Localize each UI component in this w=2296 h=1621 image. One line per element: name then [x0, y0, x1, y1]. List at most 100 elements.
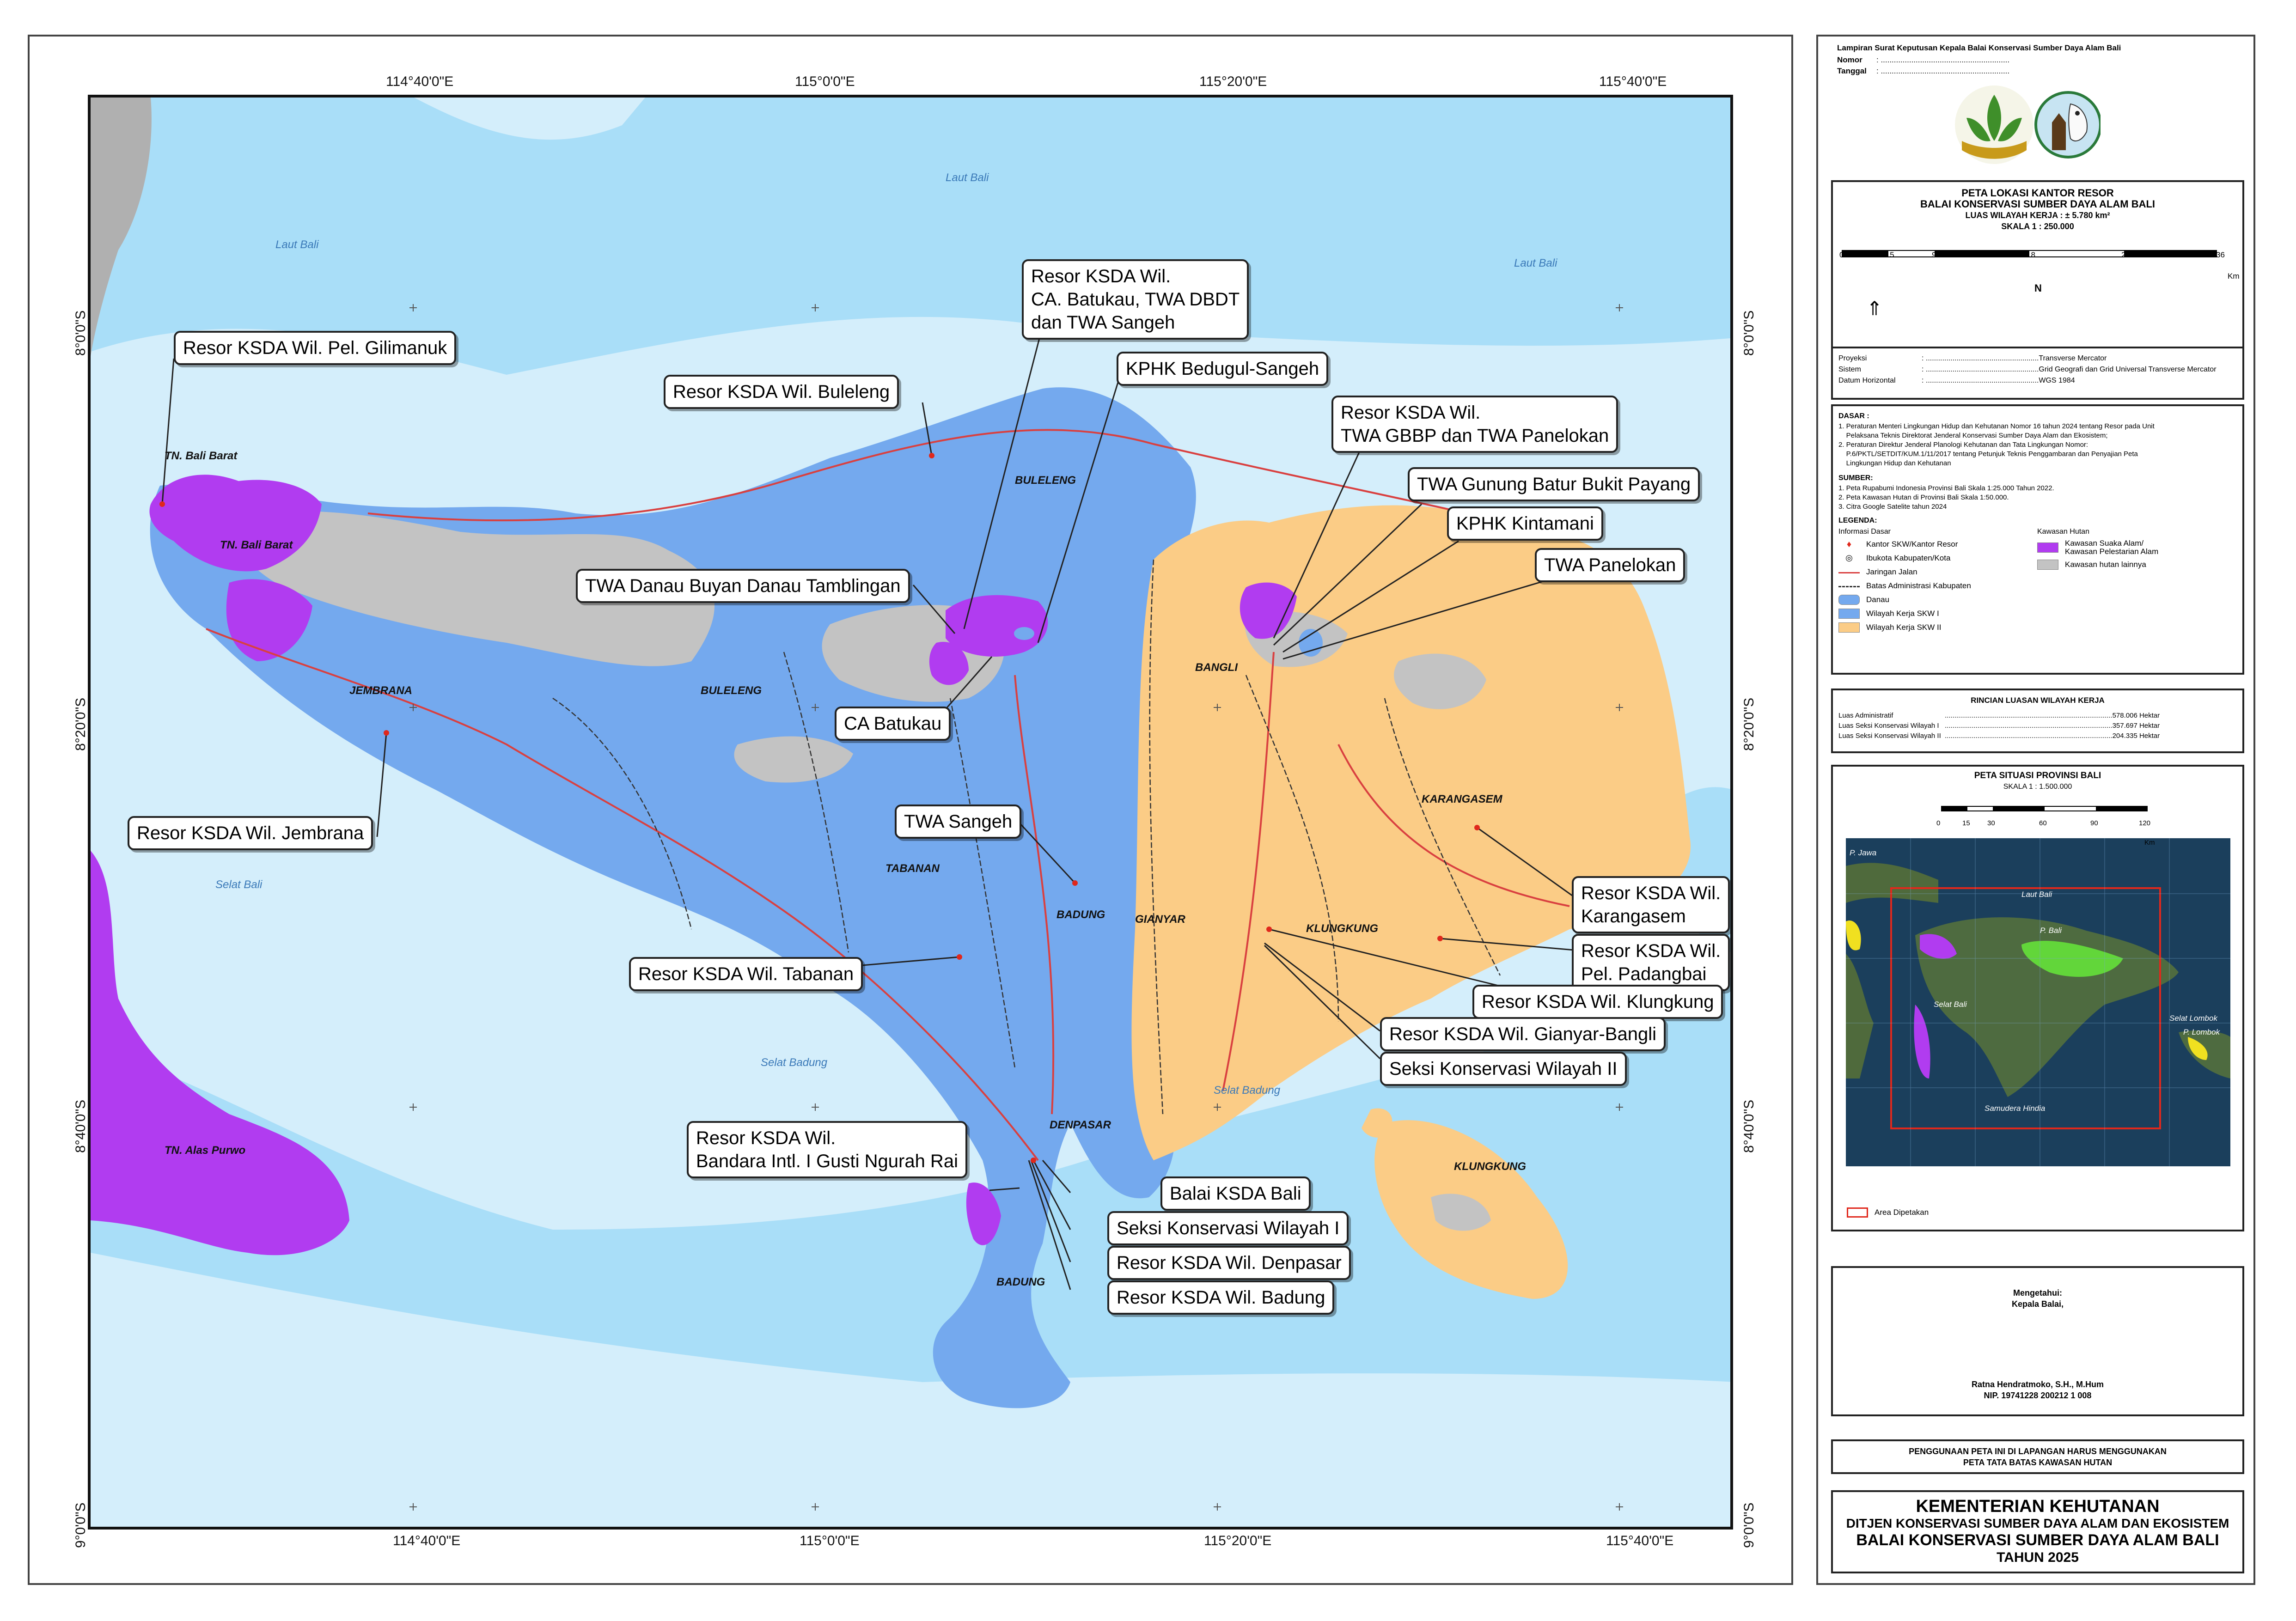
callout-karangasem[interactable]: Resor KSDA Wil. Karangasem: [1572, 876, 1730, 933]
lat-label-left: 8°20'0"S: [73, 697, 88, 751]
dasar-item: 1. Peraturan Menteri Lingkungan Hidup da…: [1838, 422, 2155, 430]
lat-label-right: 8°20'0"S: [1741, 697, 1757, 751]
district-label: TABANAN: [885, 862, 940, 875]
north-label: N: [2034, 282, 2042, 294]
border-line-icon: [1838, 585, 1860, 587]
area-label: Area Dipetakan: [1875, 1208, 1929, 1217]
warning-box: PENGGUNAAN PETA INI DI LAPANGAN HARUS ME…: [1831, 1439, 2244, 1474]
callout-buleleng[interactable]: Resor KSDA Wil. Buleleng: [664, 375, 899, 409]
dasar-item: Pelaksana Teknis Direktorat Jenderal Kon…: [1838, 432, 2108, 439]
callout-kphk-bedugul[interactable]: KPHK Bedugul-Sangeh: [1117, 352, 1329, 386]
warning-line-1: PENGGUNAAN PETA INI DI LAPANGAN HARUS ME…: [1909, 1447, 2167, 1456]
rincian-title: RINCIAN LUASAN WILAYAH KERJA: [1971, 696, 2105, 705]
callout-jembrana[interactable]: Resor KSDA Wil. Jembrana: [128, 816, 373, 850]
callout-kphk-kintamani[interactable]: KPHK Kintamani: [1447, 506, 1603, 541]
situasi-label: Selat Bali: [1934, 1000, 1967, 1009]
sea-label: Selat Badung: [761, 1056, 828, 1069]
callout-badung[interactable]: Resor KSDA Wil. Badung: [1107, 1280, 1335, 1315]
nomor-value: : ......................................…: [1876, 55, 2010, 64]
area-swatch: [1847, 1207, 1868, 1218]
sea-label: Laut Bali: [1514, 257, 1557, 269]
callout-seksi-2[interactable]: Seksi Konservasi Wilayah II: [1380, 1052, 1627, 1086]
callout-klungkung[interactable]: Resor KSDA Wil. Klungkung: [1472, 985, 1723, 1019]
callout-twa-panelokan[interactable]: TWA Panelokan: [1535, 548, 1685, 582]
callout-twa-sangeh[interactable]: TWA Sangeh: [895, 804, 1022, 839]
footer-line-1: KEMENTERIAN KEHUTANAN: [1916, 1497, 2160, 1516]
callout-gbbp[interactable]: Resor KSDA Wil. TWA GBBP dan TWA Panelok…: [1331, 396, 1618, 453]
conservation-buyan: [946, 595, 1048, 657]
legend-item: Batas Administrasi Kabupaten: [1866, 581, 1971, 590]
legend-box: DASAR : 1. Peraturan Menteri Lingkungan …: [1831, 404, 2244, 675]
scale-tick: 0: [1839, 250, 1844, 259]
district-label: BULELENG: [701, 684, 762, 697]
legend-item: Danau: [1866, 595, 1890, 604]
situasi-map[interactable]: P. Jawa Laut Bali P. Bali Selat Bali Sel…: [1846, 838, 2230, 1166]
district-label: BADUNG: [996, 1276, 1045, 1288]
lampiran-text: Lampiran Surat Keputusan Kepala Balai Ko…: [1837, 43, 2121, 52]
footer-line-3: BALAI KONSERVASI SUMBER DAYA ALAM BALI: [1856, 1531, 2219, 1549]
scale-tick: 4.5: [1883, 250, 1894, 259]
proj-value: : ......................................…: [1922, 377, 2075, 384]
district-label: GIANYAR: [1135, 913, 1185, 926]
district-label: KLUNGKUNG: [1306, 922, 1378, 935]
situasi-label: Laut Bali: [2021, 890, 2052, 899]
lat-label-right: 8°40'0"S: [1741, 1099, 1757, 1153]
situasi-skala: SKALA 1 : 1.500.000: [2003, 783, 2072, 791]
nomor-label: Nomor: [1837, 55, 1862, 64]
skw2-swatch: [1838, 622, 1860, 633]
scale-unit: Km: [2228, 272, 2240, 280]
legend-item: Kawasan Suaka Alam/ Kawasan Pelestarian …: [2065, 539, 2159, 556]
district-label: JEMBRANA: [349, 684, 413, 697]
callout-tabanan[interactable]: Resor KSDA Wil. Tabanan: [629, 957, 863, 991]
conservation-swatch: [2037, 542, 2058, 553]
lon-label-top: 115°0'0"E: [795, 74, 855, 89]
lake-buyan: [1014, 627, 1034, 640]
sumber-title: SUMBER:: [1838, 474, 1873, 482]
footer-line-4: TAHUN 2025: [1997, 1550, 2079, 1565]
callout-gianyar-bangli[interactable]: Resor KSDA Wil. Gianyar-Bangli: [1380, 1017, 1666, 1051]
district-label: BULELENG: [1015, 474, 1076, 487]
rincian-label: Luas Seksi Konservasi Wilayah II: [1838, 732, 1941, 740]
callout-twa-batur[interactable]: TWA Gunung Batur Bukit Payang: [1408, 467, 1700, 501]
situasi-tick: 0: [1936, 819, 1941, 827]
callout-bandara[interactable]: Resor KSDA Wil. Bandara Intl. I Gusti Ng…: [687, 1121, 967, 1178]
callout-twa-buyan[interactable]: TWA Danau Buyan Danau Tamblingan: [576, 569, 910, 603]
situasi-unit: Km: [2144, 839, 2155, 847]
mengetahui-text: Mengetahui:: [2013, 1288, 2062, 1298]
callout-ca-batukau[interactable]: CA Batukau: [835, 707, 951, 741]
proj-value: : ......................................…: [1922, 366, 2217, 373]
sumber-item: 2. Peta Kawasan Hutan di Provinsi Bali S…: [1838, 494, 2009, 501]
legend-item: Wilayah Kerja SKW II: [1866, 623, 1942, 632]
callout-padangbai[interactable]: Resor KSDA Wil. Pel. Padangbai: [1572, 934, 1730, 991]
main-map[interactable]: Laut Bali Laut Bali Laut Bali Selat Bali…: [88, 95, 1733, 1530]
sea-label: Selat Badung: [1214, 1084, 1281, 1097]
dasar-item: P.6/PKTL/SETDIT/KUM.1/11/2017 tentang Pe…: [1838, 450, 2138, 458]
rincian-value: ........................................…: [1945, 712, 2160, 719]
rincian-label: Luas Seksi Konservasi Wilayah I: [1838, 722, 1939, 730]
callout-denpasar[interactable]: Resor KSDA Wil. Denpasar: [1107, 1246, 1351, 1280]
callout-balai[interactable]: Balai KSDA Bali: [1160, 1176, 1311, 1211]
hutan-title: Kawasan Hutan: [2037, 528, 2089, 536]
callout-batukau-group[interactable]: Resor KSDA Wil. CA. Batukau, TWA DBDT da…: [1022, 259, 1249, 340]
sea-label: Laut Bali: [275, 238, 319, 251]
sumber-item: 3. Citra Google Satelite tahun 2024: [1838, 503, 1947, 511]
skw1-swatch: [1838, 609, 1860, 619]
situasi-tick: 120: [2139, 819, 2151, 827]
legend-item: Kawasan hutan lainnya: [2065, 560, 2146, 569]
district-label: KLUNGKUNG: [1454, 1160, 1526, 1173]
proj-value: : ......................................…: [1922, 354, 2107, 362]
proj-label: Datum Horizontal: [1838, 377, 1896, 384]
lat-label-right: 8°0'0"S: [1741, 310, 1757, 356]
footer-box: KEMENTERIAN KEHUTANAN DITJEN KONSERVASI …: [1831, 1490, 2244, 1573]
district-label: DENPASAR: [1050, 1119, 1111, 1131]
district-label: KARANGASEM: [1422, 793, 1502, 805]
ministry-logo-icon: [1955, 85, 2033, 164]
title-line-1: PETA LOKASI KANTOR RESOR: [1961, 187, 2114, 199]
callout-gilimanuk[interactable]: Resor KSDA Wil. Pel. Gilimanuk: [174, 331, 457, 365]
lat-label-left: 8°0'0"S: [73, 310, 88, 356]
rincian-box: RINCIAN LUASAN WILAYAH KERJA Luas Admini…: [1831, 689, 2244, 753]
situasi-label: P. Bali: [2040, 926, 2062, 935]
situasi-box: PETA SITUASI PROVINSI BALI SKALA 1 : 1.5…: [1831, 765, 2244, 1231]
callout-seksi-1[interactable]: Seksi Konservasi Wilayah I: [1107, 1211, 1349, 1245]
road-line-icon: [1838, 572, 1860, 573]
